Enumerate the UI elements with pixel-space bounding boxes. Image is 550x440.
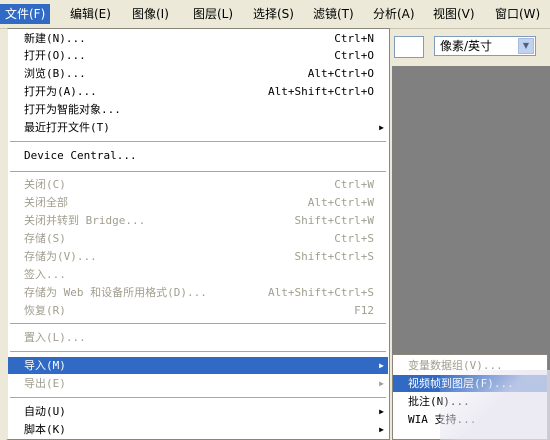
menu-item-save-for-web[interactable]: 存储为 Web 和设备所用格式(D)... Alt+Shift+Ctrl+S (8, 284, 388, 301)
menu-item-open-smart-object[interactable]: 打开为智能对象... (8, 101, 388, 118)
menu-item-automate[interactable]: 自动(U) ▶ (8, 403, 388, 420)
submenu-item-wia-support[interactable]: WIA 支持... (393, 411, 547, 428)
import-submenu: 变量数据组(V)... 视频帧到图层(F)... 批注(N)... WIA 支持… (392, 354, 548, 440)
menu-item-browse[interactable]: 浏览(B)... Alt+Ctrl+O (8, 65, 388, 82)
submenu-item-video-frames-to-layers[interactable]: 视频帧到图层(F)... (393, 375, 547, 392)
menu-bar: 文件(F) 编辑(E) 图像(I) 图层(L) 选择(S) 滤镜(T) 分析(A… (0, 0, 550, 29)
menu-window[interactable]: 窗口(W) (490, 4, 545, 24)
menu-item-place[interactable]: 置入(L)... (8, 329, 388, 346)
submenu-arrow-icon: ▶ (379, 379, 384, 388)
menu-separator (10, 397, 386, 398)
menu-item-device-central[interactable]: Device Central... (8, 147, 388, 164)
menu-item-close-all[interactable]: 关闭全部 Alt+Ctrl+W (8, 194, 388, 211)
menu-layer[interactable]: 图层(L) (188, 4, 238, 24)
menu-item-close-to-bridge[interactable]: 关闭并转到 Bridge... Shift+Ctrl+W (8, 212, 388, 229)
menu-separator (10, 171, 386, 172)
menu-item-export[interactable]: 导出(E) ▶ (8, 375, 388, 392)
submenu-arrow-icon: ▶ (379, 123, 384, 132)
chevron-down-icon[interactable]: ▼ (518, 38, 534, 54)
menu-file[interactable]: 文件(F) (0, 4, 51, 24)
submenu-arrow-icon: ▶ (379, 361, 384, 370)
menu-analysis[interactable]: 分析(A) (368, 4, 420, 24)
menu-item-close[interactable]: 关闭(C) Ctrl+W (8, 176, 388, 193)
menu-item-recent-files[interactable]: 最近打开文件(T) ▶ (8, 119, 388, 136)
menu-item-scripts[interactable]: 脚本(K) ▶ (8, 421, 388, 438)
submenu-item-variable-data-sets[interactable]: 变量数据组(V)... (393, 357, 547, 374)
menu-filter[interactable]: 滤镜(T) (308, 4, 359, 24)
menu-separator (10, 351, 386, 352)
file-menu: 新建(N)... Ctrl+N 打开(O)... Ctrl+O 浏览(B)...… (6, 28, 390, 440)
options-input[interactable] (394, 36, 424, 58)
menu-item-check-in[interactable]: 签入... (8, 266, 388, 283)
menu-separator (10, 323, 386, 324)
submenu-arrow-icon: ▶ (379, 425, 384, 434)
menu-separator (10, 141, 386, 142)
submenu-arrow-icon: ▶ (379, 407, 384, 416)
menu-item-new[interactable]: 新建(N)... Ctrl+N (8, 30, 388, 47)
menu-item-open[interactable]: 打开(O)... Ctrl+O (8, 47, 388, 64)
menu-view[interactable]: 视图(V) (428, 4, 480, 24)
menu-item-revert[interactable]: 恢复(R) F12 (8, 302, 388, 319)
menu-select[interactable]: 选择(S) (248, 4, 299, 24)
menu-edit[interactable]: 编辑(E) (65, 4, 116, 24)
unit-select[interactable]: 像素/英寸 ▼ (434, 36, 536, 56)
menu-item-open-as[interactable]: 打开为(A)... Alt+Shift+Ctrl+O (8, 83, 388, 100)
submenu-item-annotations[interactable]: 批注(N)... (393, 393, 547, 410)
menu-item-import[interactable]: 导入(M) ▶ (8, 357, 388, 374)
menu-image[interactable]: 图像(I) (127, 4, 174, 24)
menu-item-save-as[interactable]: 存储为(V)... Shift+Ctrl+S (8, 248, 388, 265)
unit-select-value: 像素/英寸 (440, 39, 493, 53)
menu-item-save[interactable]: 存储(S) Ctrl+S (8, 230, 388, 247)
